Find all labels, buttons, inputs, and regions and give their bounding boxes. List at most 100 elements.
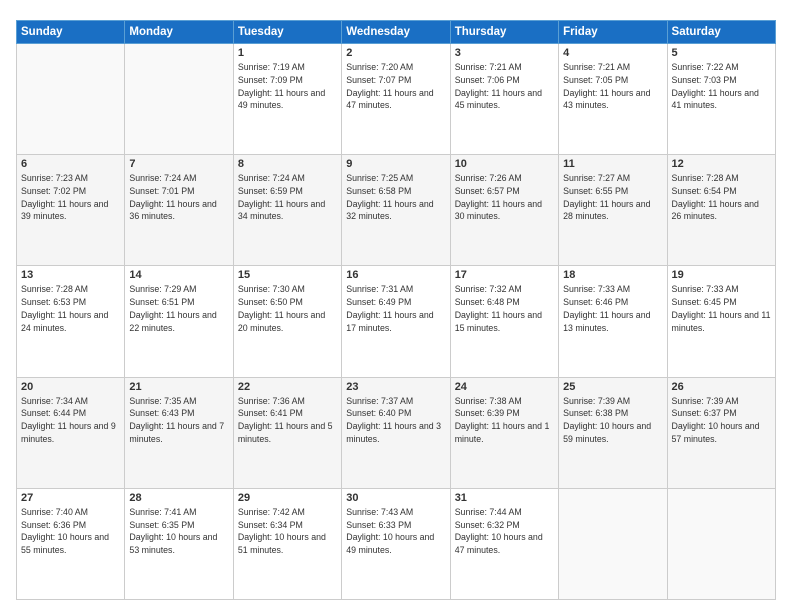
day-info: Sunrise: 7:28 AM Sunset: 6:54 PM Dayligh… — [672, 172, 771, 223]
day-of-week-header: Wednesday — [342, 21, 450, 44]
calendar-table: SundayMondayTuesdayWednesdayThursdayFrid… — [16, 20, 776, 600]
day-of-week-header: Tuesday — [233, 21, 341, 44]
day-number: 16 — [346, 269, 445, 281]
day-info: Sunrise: 7:22 AM Sunset: 7:03 PM Dayligh… — [672, 61, 771, 112]
day-number: 21 — [129, 381, 228, 393]
calendar-week-row: 6 Sunrise: 7:23 AM Sunset: 7:02 PM Daylig… — [17, 155, 776, 266]
calendar-cell — [559, 488, 667, 599]
day-info: Sunrise: 7:37 AM Sunset: 6:40 PM Dayligh… — [346, 395, 445, 446]
day-number: 9 — [346, 158, 445, 170]
page: General Blue SundayMondayTuesdayWednesda… — [0, 0, 792, 612]
calendar-cell: 2 Sunrise: 7:20 AM Sunset: 7:07 PM Daylig… — [342, 44, 450, 155]
calendar-cell: 24 Sunrise: 7:38 AM Sunset: 6:39 PM Dayli… — [450, 377, 558, 488]
calendar-cell: 11 Sunrise: 7:27 AM Sunset: 6:55 PM Dayli… — [559, 155, 667, 266]
calendar-cell: 21 Sunrise: 7:35 AM Sunset: 6:43 PM Dayli… — [125, 377, 233, 488]
day-info: Sunrise: 7:19 AM Sunset: 7:09 PM Dayligh… — [238, 61, 337, 112]
calendar-cell — [17, 44, 125, 155]
day-of-week-header: Saturday — [667, 21, 775, 44]
calendar-cell: 5 Sunrise: 7:22 AM Sunset: 7:03 PM Daylig… — [667, 44, 775, 155]
calendar-cell: 9 Sunrise: 7:25 AM Sunset: 6:58 PM Daylig… — [342, 155, 450, 266]
day-info: Sunrise: 7:21 AM Sunset: 7:05 PM Dayligh… — [563, 61, 662, 112]
calendar-body: 1 Sunrise: 7:19 AM Sunset: 7:09 PM Daylig… — [17, 44, 776, 600]
day-number: 19 — [672, 269, 771, 281]
day-info: Sunrise: 7:36 AM Sunset: 6:41 PM Dayligh… — [238, 395, 337, 446]
day-number: 22 — [238, 381, 337, 393]
calendar-cell: 20 Sunrise: 7:34 AM Sunset: 6:44 PM Dayli… — [17, 377, 125, 488]
day-info: Sunrise: 7:28 AM Sunset: 6:53 PM Dayligh… — [21, 283, 120, 334]
calendar-cell: 27 Sunrise: 7:40 AM Sunset: 6:36 PM Dayli… — [17, 488, 125, 599]
day-info: Sunrise: 7:44 AM Sunset: 6:32 PM Dayligh… — [455, 506, 554, 557]
day-number: 5 — [672, 47, 771, 59]
day-info: Sunrise: 7:31 AM Sunset: 6:49 PM Dayligh… — [346, 283, 445, 334]
day-of-week-header: Friday — [559, 21, 667, 44]
day-number: 29 — [238, 492, 337, 504]
day-info: Sunrise: 7:26 AM Sunset: 6:57 PM Dayligh… — [455, 172, 554, 223]
day-number: 10 — [455, 158, 554, 170]
calendar-cell: 6 Sunrise: 7:23 AM Sunset: 7:02 PM Daylig… — [17, 155, 125, 266]
day-number: 7 — [129, 158, 228, 170]
day-number: 6 — [21, 158, 120, 170]
day-info: Sunrise: 7:40 AM Sunset: 6:36 PM Dayligh… — [21, 506, 120, 557]
day-number: 20 — [21, 381, 120, 393]
day-info: Sunrise: 7:21 AM Sunset: 7:06 PM Dayligh… — [455, 61, 554, 112]
calendar-cell: 16 Sunrise: 7:31 AM Sunset: 6:49 PM Dayli… — [342, 266, 450, 377]
day-info: Sunrise: 7:38 AM Sunset: 6:39 PM Dayligh… — [455, 395, 554, 446]
day-info: Sunrise: 7:30 AM Sunset: 6:50 PM Dayligh… — [238, 283, 337, 334]
day-of-week-header: Sunday — [17, 21, 125, 44]
day-number: 28 — [129, 492, 228, 504]
calendar-cell: 15 Sunrise: 7:30 AM Sunset: 6:50 PM Dayli… — [233, 266, 341, 377]
calendar-cell: 23 Sunrise: 7:37 AM Sunset: 6:40 PM Dayli… — [342, 377, 450, 488]
day-of-week-header: Thursday — [450, 21, 558, 44]
day-info: Sunrise: 7:20 AM Sunset: 7:07 PM Dayligh… — [346, 61, 445, 112]
calendar-cell: 29Sunrise: 7:42 AM Sunset: 6:34 PM Dayli… — [233, 488, 341, 599]
day-number: 27 — [21, 492, 120, 504]
calendar-cell: 18Sunrise: 7:33 AM Sunset: 6:46 PM Dayli… — [559, 266, 667, 377]
day-number: 25 — [563, 381, 662, 393]
day-of-week-header: Monday — [125, 21, 233, 44]
calendar-cell: 1 Sunrise: 7:19 AM Sunset: 7:09 PM Daylig… — [233, 44, 341, 155]
day-number: 8 — [238, 158, 337, 170]
calendar-cell: 4Sunrise: 7:21 AM Sunset: 7:05 PM Daylig… — [559, 44, 667, 155]
day-info: Sunrise: 7:33 AM Sunset: 6:46 PM Dayligh… — [563, 283, 662, 334]
day-number: 31 — [455, 492, 554, 504]
calendar-week-row: 13 Sunrise: 7:28 AM Sunset: 6:53 PM Dayli… — [17, 266, 776, 377]
day-number: 30 — [346, 492, 445, 504]
day-info: Sunrise: 7:39 AM Sunset: 6:37 PM Dayligh… — [672, 395, 771, 446]
calendar-cell: 28 Sunrise: 7:41 AM Sunset: 6:35 PM Dayli… — [125, 488, 233, 599]
calendar-cell: 7 Sunrise: 7:24 AM Sunset: 7:01 PM Daylig… — [125, 155, 233, 266]
day-number: 17 — [455, 269, 554, 281]
day-info: Sunrise: 7:32 AM Sunset: 6:48 PM Dayligh… — [455, 283, 554, 334]
day-number: 26 — [672, 381, 771, 393]
calendar-cell: 3 Sunrise: 7:21 AM Sunset: 7:06 PM Daylig… — [450, 44, 558, 155]
day-number: 2 — [346, 47, 445, 59]
day-info: Sunrise: 7:24 AM Sunset: 6:59 PM Dayligh… — [238, 172, 337, 223]
day-number: 23 — [346, 381, 445, 393]
day-number: 13 — [21, 269, 120, 281]
day-info: Sunrise: 7:33 AM Sunset: 6:45 PM Dayligh… — [672, 283, 771, 334]
calendar-cell: 10 Sunrise: 7:26 AM Sunset: 6:57 PM Dayli… — [450, 155, 558, 266]
calendar-cell: 17 Sunrise: 7:32 AM Sunset: 6:48 PM Dayli… — [450, 266, 558, 377]
day-number: 12 — [672, 158, 771, 170]
calendar-header-row: SundayMondayTuesdayWednesdayThursdayFrid… — [17, 21, 776, 44]
day-info: Sunrise: 7:41 AM Sunset: 6:35 PM Dayligh… — [129, 506, 228, 557]
calendar-cell: 22 Sunrise: 7:36 AM Sunset: 6:41 PM Dayli… — [233, 377, 341, 488]
day-info: Sunrise: 7:23 AM Sunset: 7:02 PM Dayligh… — [21, 172, 120, 223]
day-info: Sunrise: 7:43 AM Sunset: 6:33 PM Dayligh… — [346, 506, 445, 557]
calendar-cell: 14Sunrise: 7:29 AM Sunset: 6:51 PM Dayli… — [125, 266, 233, 377]
day-number: 11 — [563, 158, 662, 170]
calendar-cell — [125, 44, 233, 155]
day-info: Sunrise: 7:27 AM Sunset: 6:55 PM Dayligh… — [563, 172, 662, 223]
day-number: 1 — [238, 47, 337, 59]
calendar-cell: 31 Sunrise: 7:44 AM Sunset: 6:32 PM Dayli… — [450, 488, 558, 599]
day-info: Sunrise: 7:35 AM Sunset: 6:43 PM Dayligh… — [129, 395, 228, 446]
calendar-cell: 12 Sunrise: 7:28 AM Sunset: 6:54 PM Dayli… — [667, 155, 775, 266]
day-info: Sunrise: 7:25 AM Sunset: 6:58 PM Dayligh… — [346, 172, 445, 223]
day-number: 3 — [455, 47, 554, 59]
calendar-cell: 13 Sunrise: 7:28 AM Sunset: 6:53 PM Dayli… — [17, 266, 125, 377]
day-number: 15 — [238, 269, 337, 281]
day-info: Sunrise: 7:34 AM Sunset: 6:44 PM Dayligh… — [21, 395, 120, 446]
calendar-cell: 25 Sunrise: 7:39 AM Sunset: 6:38 PM Dayli… — [559, 377, 667, 488]
day-info: Sunrise: 7:24 AM Sunset: 7:01 PM Dayligh… — [129, 172, 228, 223]
day-info: Sunrise: 7:39 AM Sunset: 6:38 PM Dayligh… — [563, 395, 662, 446]
day-number: 24 — [455, 381, 554, 393]
